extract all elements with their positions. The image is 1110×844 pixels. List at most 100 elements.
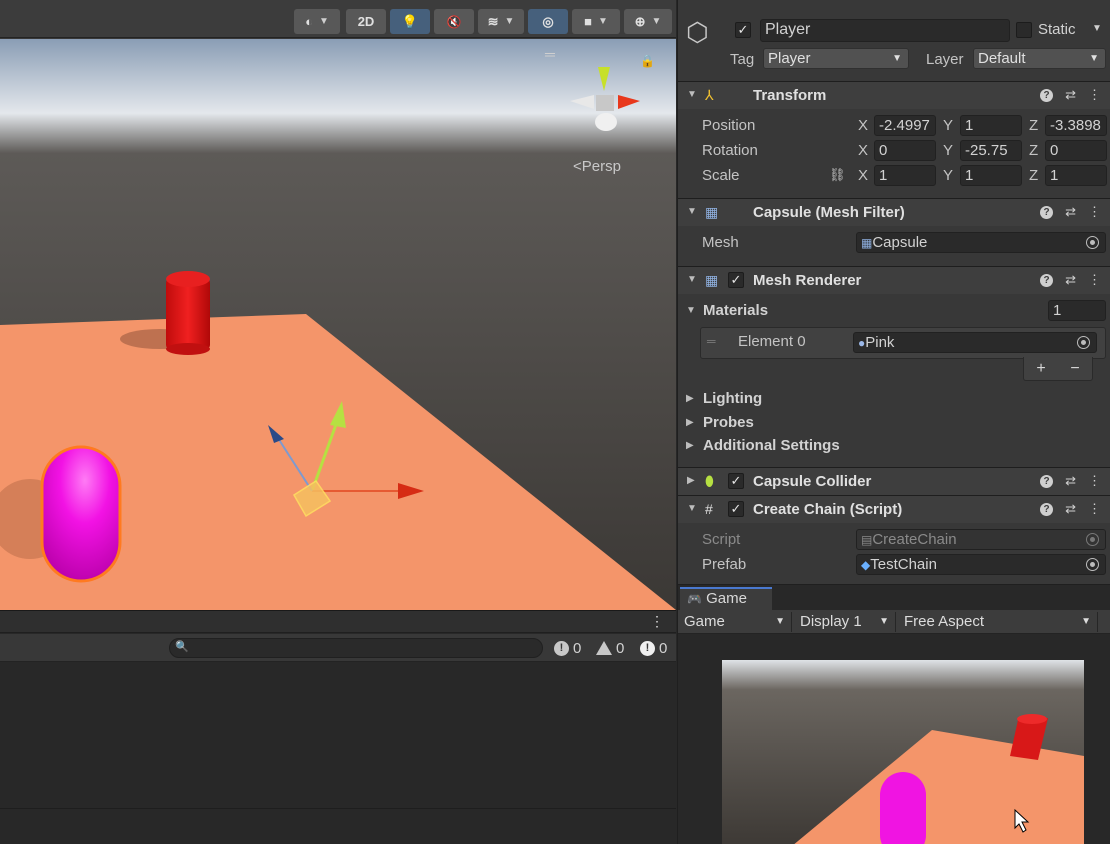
object-picker-icon[interactable] [1086, 236, 1099, 249]
help-icon[interactable]: ? [1040, 89, 1054, 102]
error-count-toggle[interactable]: ! 0 [640, 636, 667, 660]
preset-icon[interactable]: ⇄ [1065, 272, 1076, 288]
capsule-collider-enabled-checkbox[interactable]: ✓ [728, 473, 744, 489]
rotation-y-field[interactable]: -25.75 [960, 140, 1022, 161]
object-picker-icon[interactable] [1086, 558, 1099, 571]
probes-foldout[interactable]: Probes [703, 414, 754, 431]
kebab-menu-icon[interactable]: ⋮ [1088, 87, 1101, 103]
constrain-proportions-icon[interactable]: ⛓ [829, 167, 846, 183]
gizmo-orient-z[interactable] [595, 113, 617, 131]
red-cylinder[interactable] [166, 271, 210, 355]
preset-icon[interactable]: ⇄ [1065, 473, 1076, 489]
materials-count-field[interactable]: 1 [1048, 300, 1106, 321]
mesh-filter-header[interactable]: ▼ ▦ Capsule (Mesh Filter) ? ⇄ ⋮ [678, 198, 1110, 226]
effects-dropdown[interactable]: ≋ ▼ [478, 9, 524, 34]
mesh-object-field[interactable]: ▦Capsule [856, 232, 1106, 253]
info-count-toggle[interactable]: ! 0 [554, 636, 581, 660]
object-picker-icon[interactable] [1077, 336, 1090, 349]
game-render-viewport[interactable] [722, 660, 1084, 844]
fold-open-icon: ▼ [687, 89, 697, 100]
help-icon[interactable]: ? [1040, 274, 1054, 287]
draw-mode-icon: ◐ [305, 14, 313, 29]
axis-z-label: Z [1029, 167, 1039, 184]
rotation-x-field[interactable]: 0 [874, 140, 936, 161]
mesh-renderer-icon: ▦ [705, 272, 719, 288]
active-checkbox[interactable]: ✓ [735, 22, 751, 38]
scale-z-field[interactable]: 1 [1045, 165, 1107, 186]
create-chain-enabled-checkbox[interactable]: ✓ [728, 501, 744, 517]
static-dropdown-icon[interactable]: ▼ [1092, 23, 1102, 34]
kebab-menu-icon[interactable]: ⋮ [1088, 473, 1101, 489]
preset-icon[interactable]: ⇄ [1065, 501, 1076, 517]
position-y-field[interactable]: 1 [960, 115, 1022, 136]
chevron-down-icon: ▼ [504, 16, 515, 27]
additional-settings-foldout[interactable]: Additional Settings [703, 437, 840, 454]
kebab-menu-icon[interactable]: ⋮ [650, 613, 664, 630]
mesh-icon: ▦ [861, 236, 873, 250]
scene-view[interactable]: ◐ ▼ 2D 💡 🔇 ≋ ▼ ◎ ■ ▼ ⊕ ▼ ═ 🔒 <Persp [0, 0, 676, 610]
position-label: Position [702, 117, 756, 134]
kebab-menu-icon[interactable]: ⋮ [1088, 501, 1101, 517]
scale-x-field[interactable]: 1 [874, 165, 936, 186]
material-object-field[interactable]: ●Pink [853, 332, 1097, 353]
scene-viewport[interactable] [0, 39, 676, 610]
object-picker-icon [1086, 533, 1099, 546]
2d-toggle-button[interactable]: 2D [346, 9, 386, 34]
help-icon[interactable]: ? [1040, 475, 1054, 488]
kebab-menu-icon[interactable]: ⋮ [1088, 272, 1101, 288]
mesh-renderer-enabled-checkbox[interactable]: ✓ [728, 272, 744, 288]
gizmo-orient-center[interactable] [596, 95, 614, 111]
position-z-field[interactable]: -3.3898 [1045, 115, 1107, 136]
create-chain-header[interactable]: ▼ # ✓ Create Chain (Script) ? ⇄ ⋮ [678, 495, 1110, 523]
aspect-dropdown[interactable]: Free Aspect ▼ [900, 612, 1098, 632]
console-search-input[interactable]: 🔍 [169, 638, 543, 658]
rotation-z-field[interactable]: 0 [1045, 140, 1107, 161]
fold-closed-icon[interactable]: ▶ [686, 440, 694, 451]
help-icon[interactable]: ? [1040, 206, 1054, 219]
fold-closed-icon[interactable]: ▶ [686, 393, 694, 404]
script-icon: # [705, 501, 713, 517]
remove-element-button[interactable]: − [1070, 360, 1079, 378]
fold-open-icon[interactable]: ▼ [686, 305, 696, 316]
warning-icon [596, 641, 612, 655]
static-checkbox[interactable] [1016, 22, 1032, 38]
preset-icon[interactable]: ⇄ [1065, 204, 1076, 220]
kebab-menu-icon[interactable]: ⋮ [1088, 204, 1101, 220]
materials-list: ═ Element 0 ●Pink [700, 327, 1106, 359]
projection-label[interactable]: <Persp [573, 158, 621, 175]
add-element-button[interactable]: + [1036, 360, 1045, 378]
player-capsule[interactable] [40, 445, 122, 583]
drag-handle-icon[interactable]: ═ [707, 334, 716, 348]
fold-closed-icon[interactable]: ▶ [686, 417, 694, 428]
transform-header[interactable]: ▼ ⅄ Transform ? ⇄ ⋮ [678, 81, 1110, 109]
tag-dropdown[interactable]: Player ▼ [763, 48, 909, 69]
console-toolbar: 🔍 ! 0 0 ! 0 [0, 634, 676, 662]
warning-count-toggle[interactable]: 0 [596, 636, 624, 660]
camera-dropdown[interactable]: ■ ▼ [572, 9, 620, 34]
gizmos-dropdown[interactable]: ⊕ ▼ [624, 9, 672, 34]
scene-visibility-button[interactable]: ◎ [528, 9, 568, 34]
search-icon: 🔍 [175, 641, 189, 653]
element-0-label: Element 0 [738, 333, 806, 350]
lock-icon[interactable]: 🔒 [640, 54, 655, 68]
display-dropdown[interactable]: Display 1 ▼ [796, 612, 896, 632]
draw-mode-dropdown[interactable]: ◐ ▼ [294, 9, 340, 34]
mesh-renderer-header[interactable]: ▼ ▦ ✓ Mesh Renderer ? ⇄ ⋮ [678, 266, 1110, 294]
game-mode-dropdown[interactable]: Game ▼ [680, 612, 792, 632]
lighting-foldout[interactable]: Lighting [703, 390, 762, 407]
preset-icon[interactable]: ⇄ [1065, 87, 1076, 103]
scene-toolbar: ◐ ▼ 2D 💡 🔇 ≋ ▼ ◎ ■ ▼ ⊕ ▼ [0, 0, 676, 38]
materials-foldout[interactable]: Materials [703, 302, 768, 319]
capsule-collider-header[interactable]: ▶ ⬮ ✓ Capsule Collider ? ⇄ ⋮ [678, 467, 1110, 495]
layer-dropdown[interactable]: Default ▼ [973, 48, 1106, 69]
lighting-toggle-button[interactable]: 💡 [390, 9, 430, 34]
prefab-object-field[interactable]: ◆TestChain [856, 554, 1106, 575]
position-x-field[interactable]: -2.4997 [874, 115, 936, 136]
help-icon[interactable]: ? [1040, 503, 1054, 516]
console-tab-bar: ⋮ [0, 611, 676, 633]
audio-toggle-button[interactable]: 🔇 [434, 9, 474, 34]
scene-menu-icon[interactable]: ═ [545, 46, 555, 62]
object-name-field[interactable]: Player [760, 19, 1010, 42]
scale-y-field[interactable]: 1 [960, 165, 1022, 186]
tab-game[interactable]: 🎮 Game [680, 587, 772, 610]
